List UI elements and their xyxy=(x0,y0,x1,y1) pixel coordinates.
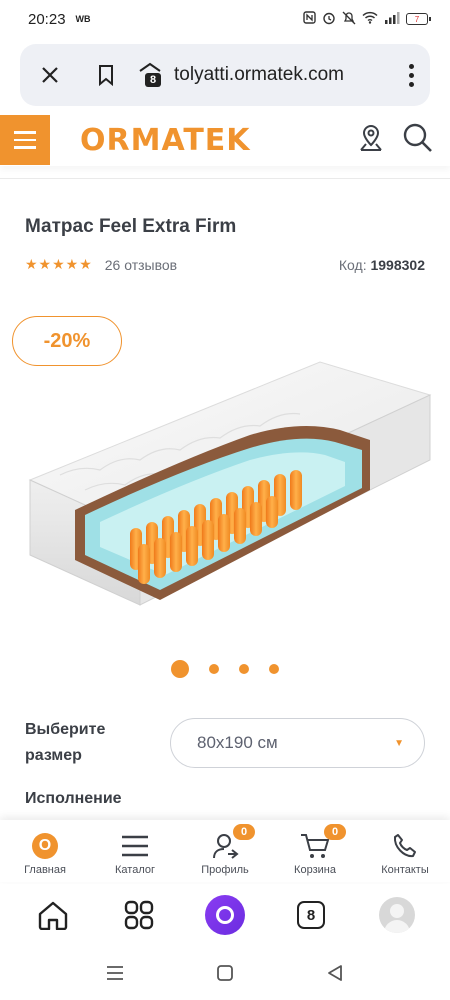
profile-icon: 0 xyxy=(211,824,255,862)
carrier-label: WB xyxy=(75,14,91,24)
hamburger-menu-button[interactable] xyxy=(0,115,50,165)
nav-item-catalog[interactable]: Каталог xyxy=(90,820,180,882)
chevron-down-icon: ▼ xyxy=(394,737,404,749)
nfc-icon xyxy=(303,11,316,27)
home-logo-glyph: O xyxy=(32,833,58,859)
carousel-dot[interactable] xyxy=(171,660,189,678)
status-time: 20:23 xyxy=(28,10,66,28)
system-home-icon[interactable] xyxy=(216,964,234,987)
site-bottom-nav: O Главная Каталог 0 Профиль 0 Корзина Ко… xyxy=(0,820,450,882)
size-select[interactable]: 80х190 см ▼ xyxy=(170,718,425,768)
header-divider xyxy=(0,178,450,179)
location-pin-icon[interactable] xyxy=(358,123,384,158)
alarm-icon xyxy=(322,11,336,28)
account-avatar[interactable] xyxy=(375,893,419,937)
alice-assistant-button[interactable] xyxy=(203,893,247,937)
nav-label: Главная xyxy=(24,864,66,876)
more-menu-icon[interactable] xyxy=(409,63,414,87)
phone-icon xyxy=(392,830,418,862)
nav-label: Корзина xyxy=(294,864,336,876)
search-icon[interactable] xyxy=(402,122,434,159)
carousel-dot[interactable] xyxy=(269,664,279,674)
product-title: Матрас Feel Extra Firm xyxy=(25,216,237,237)
recent-apps-icon[interactable] xyxy=(106,965,124,986)
alice-icon xyxy=(205,895,245,935)
tabs-count: 8 xyxy=(297,901,325,929)
site-logo[interactable]: ORMATEK xyxy=(80,123,251,158)
site-tab-count: 8 xyxy=(150,74,157,86)
rating-stars: ★★★★★ xyxy=(25,256,93,272)
carousel-dot[interactable] xyxy=(209,664,219,674)
profile-badge: 0 xyxy=(233,824,255,840)
close-icon[interactable] xyxy=(36,61,64,89)
bookmark-icon[interactable] xyxy=(92,61,120,89)
carousel-dots xyxy=(0,660,450,678)
code-value: 1998302 xyxy=(370,256,425,273)
mute-icon xyxy=(342,11,356,28)
cart-badge: 0 xyxy=(324,824,346,840)
rating-row: ★★★★★ 26 отзывов Код: 1998302 xyxy=(25,256,425,273)
browser-toolbar: 8 xyxy=(0,884,450,946)
back-icon[interactable] xyxy=(326,964,344,987)
cart-icon: 0 xyxy=(300,824,346,862)
browser-address-bar: 8 tolyatti.ormatek.com xyxy=(20,44,430,106)
execution-label: Исполнение xyxy=(25,790,122,807)
size-label: Выберите размер xyxy=(25,721,106,764)
tabs-button[interactable]: 8 xyxy=(289,893,333,937)
nav-item-profile[interactable]: 0 Профиль xyxy=(180,820,270,882)
services-grid-icon[interactable] xyxy=(117,893,161,937)
product-code: Код: 1998302 xyxy=(339,257,425,273)
nav-label: Контакты xyxy=(381,864,429,876)
home-logo-icon: O xyxy=(32,830,58,862)
site-security-icon[interactable]: 8 xyxy=(136,61,164,89)
signal-icon xyxy=(384,11,400,27)
system-nav-bar xyxy=(0,950,450,1000)
wifi-icon xyxy=(362,11,378,27)
status-icons: 7 xyxy=(303,11,431,28)
nav-item-contacts[interactable]: Контакты xyxy=(360,820,450,882)
header-actions xyxy=(358,122,450,159)
nav-item-home[interactable]: O Главная xyxy=(0,820,90,882)
reviews-link[interactable]: 26 отзывов xyxy=(105,257,177,273)
code-label: Код: xyxy=(338,256,367,273)
status-bar: 20:23 WB 7 xyxy=(0,0,450,38)
catalog-icon xyxy=(120,830,150,862)
home-icon[interactable] xyxy=(31,893,75,937)
nav-item-cart[interactable]: 0 Корзина xyxy=(270,820,360,882)
battery-icon: 7 xyxy=(406,13,431,25)
avatar-icon xyxy=(379,897,415,933)
site-header: ORMATEK xyxy=(0,114,450,166)
discount-badge: -20% xyxy=(12,316,122,366)
nav-label: Каталог xyxy=(115,864,155,876)
url-field[interactable]: tolyatti.ormatek.com xyxy=(174,64,374,86)
carousel-dot[interactable] xyxy=(239,664,249,674)
size-select-value: 80х190 см xyxy=(197,733,278,752)
nav-label: Профиль xyxy=(201,864,249,876)
